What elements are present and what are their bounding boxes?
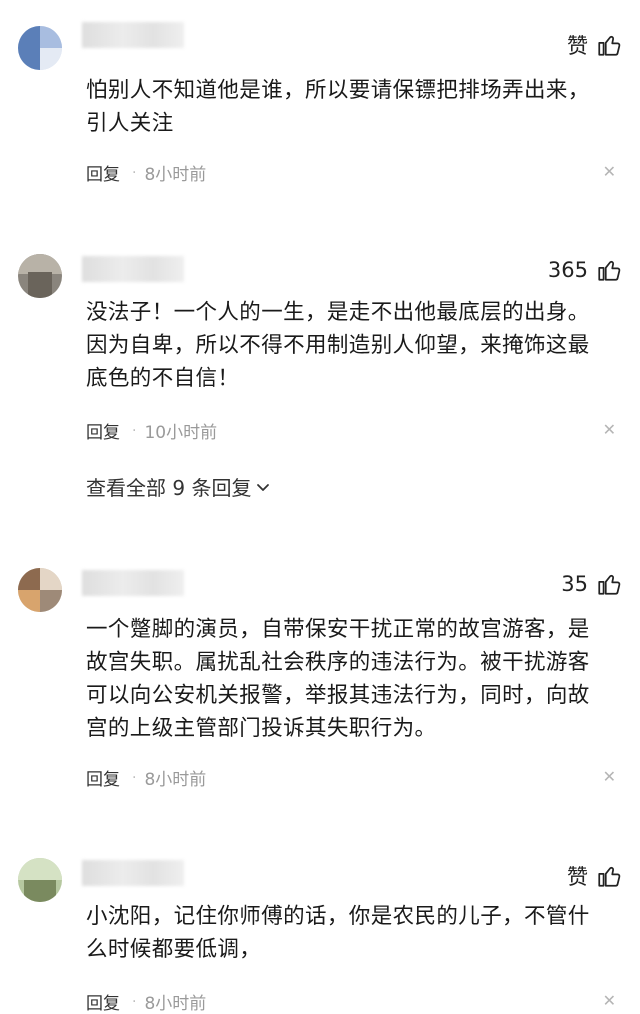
thumbs-up-icon [598,35,621,56]
comment-text-line: 可以向公安机关报警，举报其违法行为，同时，向故 [86,683,590,708]
separator-dot: · [132,993,137,1010]
close-icon[interactable]: ✕ [603,162,616,181]
chevron-down-icon [257,483,270,491]
avatar[interactable] [18,858,62,902]
reply-button[interactable]: 回复 [86,160,120,185]
like-button[interactable]: 赞 [567,861,622,891]
comment-text-line: 么时候都要低调， [86,937,262,962]
comment-text-line: 小沈阳，记住你师傅的话，你是农民的儿子，不管什 [86,904,590,929]
like-count: 35 [561,572,588,596]
reply-button[interactable]: 回复 [86,765,120,790]
like-button[interactable]: 365 [548,257,622,283]
like-count: 赞 [567,34,588,58]
like-button[interactable]: 35 [561,571,622,597]
separator-dot: · [132,769,137,786]
like-count: 赞 [567,865,588,889]
comment-text-line: 故宫失职。属扰乱社会秩序的违法行为。被干扰游客 [86,650,590,675]
comment-text-line: 底色的不自信！ [86,366,240,391]
comment-text: 一个蹩脚的演员，自带保安干扰正常的故宫游客，是 故宫失职。属扰乱社会秩序的违法行… [86,613,616,745]
comment-time: 8小时前 [144,165,207,185]
username-blurred[interactable] [82,860,184,886]
avatar[interactable] [18,254,62,298]
separator-dot: · [132,422,137,439]
avatar[interactable] [18,26,62,70]
thumbs-up-icon [598,866,621,887]
comment-time: 10小时前 [144,423,218,443]
comment-text: 没法子！一个人的一生，是走不出他最底层的出身。 因为自卑，所以不得不用制造别人仰… [86,296,616,395]
username-blurred[interactable] [82,256,184,282]
username-blurred[interactable] [82,22,184,48]
comment-time: 8小时前 [144,770,207,790]
separator-dot: · [132,164,137,181]
comment-text-line: 没法子！一个人的一生，是走不出他最底层的出身。 [86,300,590,325]
comment-text: 怕别人不知道他是谁，所以要请保镖把排场弄出来， 引人关注 [86,74,616,140]
reply-button[interactable]: 回复 [86,418,120,443]
comment-meta: 回复 · 10小时前 [86,418,218,444]
comment-meta: 回复 · 8小时前 [86,765,207,791]
comment-text: 小沈阳，记住你师傅的话，你是农民的儿子，不管什 么时候都要低调， [86,900,616,966]
comment-text-line: 怕别人不知道他是谁，所以要请保镖把排场弄出来， [86,78,590,103]
close-icon[interactable]: ✕ [603,767,616,786]
close-icon[interactable]: ✕ [603,991,616,1010]
like-button[interactable]: 赞 [567,30,622,60]
view-all-replies-label: 查看全部 9 条回复 [86,476,252,500]
comment-time: 8小时前 [144,994,207,1014]
avatar[interactable] [18,568,62,612]
view-all-replies-button[interactable]: 查看全部 9 条回复 [86,472,271,501]
comment-text-line: 一个蹩脚的演员，自带保安干扰正常的故宫游客，是 [86,617,590,642]
reply-button[interactable]: 回复 [86,989,120,1014]
close-icon[interactable]: ✕ [603,420,616,439]
thumbs-up-icon [598,260,621,281]
comment-text-line: 因为自卑，所以不得不用制造别人仰望，来掩饰这最 [86,333,590,358]
comment-text-line: 引人关注 [86,111,174,136]
comment-text-line: 宫的上级主管部门投诉其失职行为。 [86,716,437,741]
comment-meta: 回复 · 8小时前 [86,989,206,1014]
comment-meta: 回复 · 8小时前 [86,160,207,186]
thumbs-up-icon [598,574,621,595]
username-blurred[interactable] [82,570,184,596]
like-count: 365 [547,258,588,282]
